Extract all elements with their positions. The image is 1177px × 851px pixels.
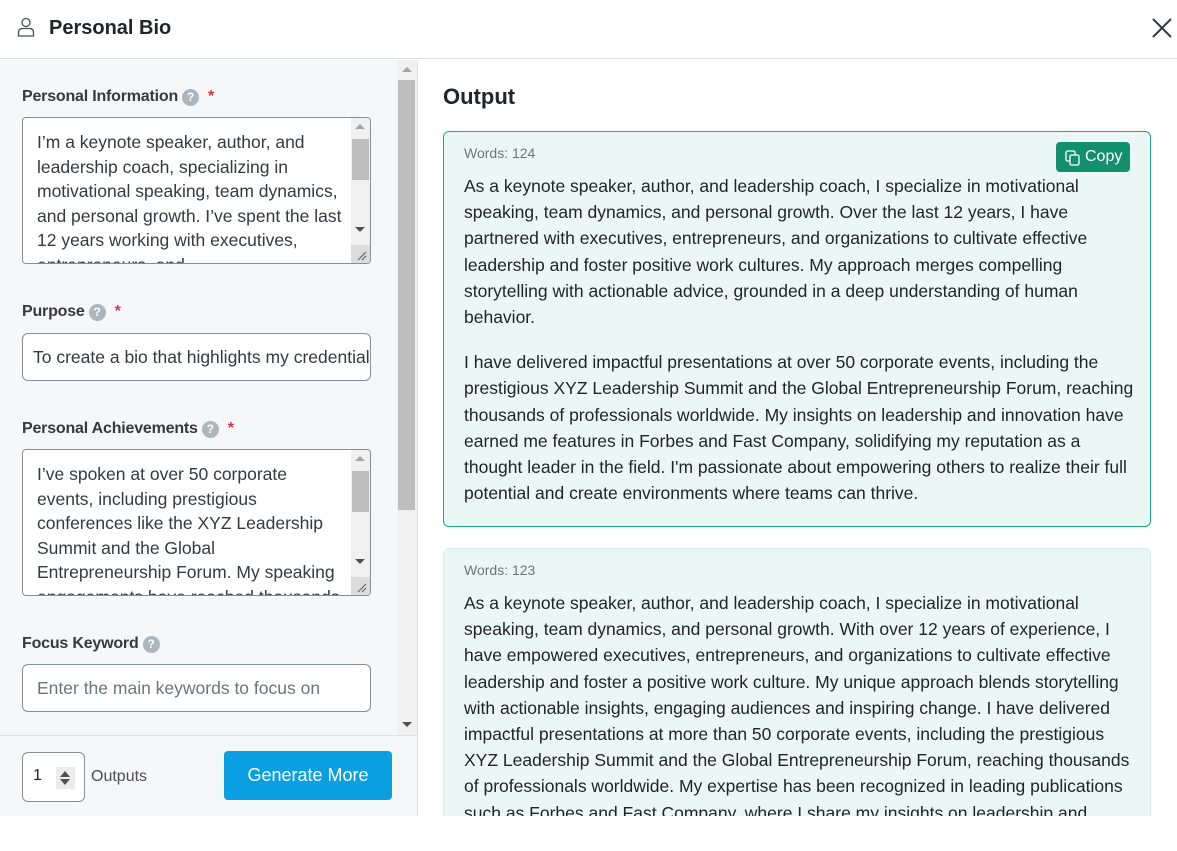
help-icon[interactable]: ? xyxy=(201,420,219,438)
output-card[interactable]: Words: 123 As a keynote speaker, author,… xyxy=(443,548,1151,816)
scroll-up-icon[interactable] xyxy=(402,67,412,72)
personal-information-textarea[interactable]: I’m a keynote speaker, author, and leade… xyxy=(22,117,371,264)
word-count: Words: 123 xyxy=(464,562,536,578)
required-indicator: * xyxy=(208,88,215,105)
required-indicator: * xyxy=(227,420,234,437)
help-icon[interactable]: ? xyxy=(182,88,200,106)
textarea-scrollbar[interactable] xyxy=(351,450,370,595)
outputs-count-value[interactable]: 1 xyxy=(33,767,42,785)
scrollbar-thumb[interactable] xyxy=(352,471,369,512)
scroll-up-icon[interactable] xyxy=(355,124,365,129)
scroll-down-icon[interactable] xyxy=(402,722,412,727)
resize-handle-icon[interactable] xyxy=(351,245,370,263)
textarea-scrollbar[interactable] xyxy=(351,118,370,263)
close-icon[interactable] xyxy=(1148,14,1176,42)
focus-keyword-label: Focus Keyword ? xyxy=(22,634,160,654)
required-indicator: * xyxy=(114,303,121,320)
output-paragraph: As a keynote speaker, author, and leader… xyxy=(464,176,1088,328)
output-paragraph: As a keynote speaker, author, and leader… xyxy=(464,593,1130,816)
output-text: As a keynote speaker, author, and leader… xyxy=(464,173,1134,525)
output-text: As a keynote speaker, author, and leader… xyxy=(464,590,1134,816)
personal-achievements-label: Personal Achievements ? * xyxy=(22,420,234,438)
help-icon[interactable]: ? xyxy=(88,303,106,321)
personal-achievements-textarea[interactable]: I’ve spoken at over 50 corporate events,… xyxy=(22,449,371,596)
generate-more-button[interactable]: Generate More xyxy=(224,751,392,800)
help-icon[interactable]: ? xyxy=(142,635,160,653)
input-panel: Personal Information ? * I’m a keynote s… xyxy=(0,60,418,816)
word-count: Words: 124 xyxy=(464,145,536,161)
scroll-up-icon[interactable] xyxy=(355,456,365,461)
output-title: Output xyxy=(443,84,516,109)
purpose-input[interactable]: To create a bio that highlights my crede… xyxy=(22,333,371,381)
personal-information-label: Personal Information ? * xyxy=(22,88,215,106)
focus-keyword-input[interactable]: Enter the main keywords to focus on xyxy=(22,664,371,712)
copy-button[interactable]: Copy xyxy=(1056,142,1130,172)
scrollbar-thumb[interactable] xyxy=(352,139,369,180)
copy-icon xyxy=(1065,150,1080,166)
user-icon xyxy=(17,17,35,37)
outputs-count-stepper[interactable]: 1 xyxy=(22,752,85,802)
decrement-icon[interactable] xyxy=(60,779,70,785)
output-paragraph: I have delivered impactful presentations… xyxy=(464,352,1134,504)
scroll-down-icon[interactable] xyxy=(355,227,365,232)
form-scroll-area: Personal Information ? * I’m a keynote s… xyxy=(0,60,398,735)
outputs-label: Outputs xyxy=(91,768,148,785)
form-footer: 1 Outputs Generate More xyxy=(0,735,417,816)
modal-header: Personal Bio xyxy=(0,0,1177,59)
output-card[interactable]: Words: 124 Copy As a keynote speaker, au… xyxy=(443,131,1151,527)
form-scrollbar[interactable] xyxy=(397,60,417,735)
resize-handle-icon[interactable] xyxy=(351,577,370,595)
modal-title: Personal Bio xyxy=(49,17,172,39)
spinner-icon[interactable] xyxy=(56,767,75,789)
increment-icon[interactable] xyxy=(60,771,70,777)
output-panel: Output Words: 124 Copy As a keynote spea… xyxy=(418,60,1177,816)
purpose-label: Purpose ? * xyxy=(22,303,121,321)
scrollbar-thumb[interactable] xyxy=(398,80,415,510)
scroll-down-icon[interactable] xyxy=(355,559,365,564)
